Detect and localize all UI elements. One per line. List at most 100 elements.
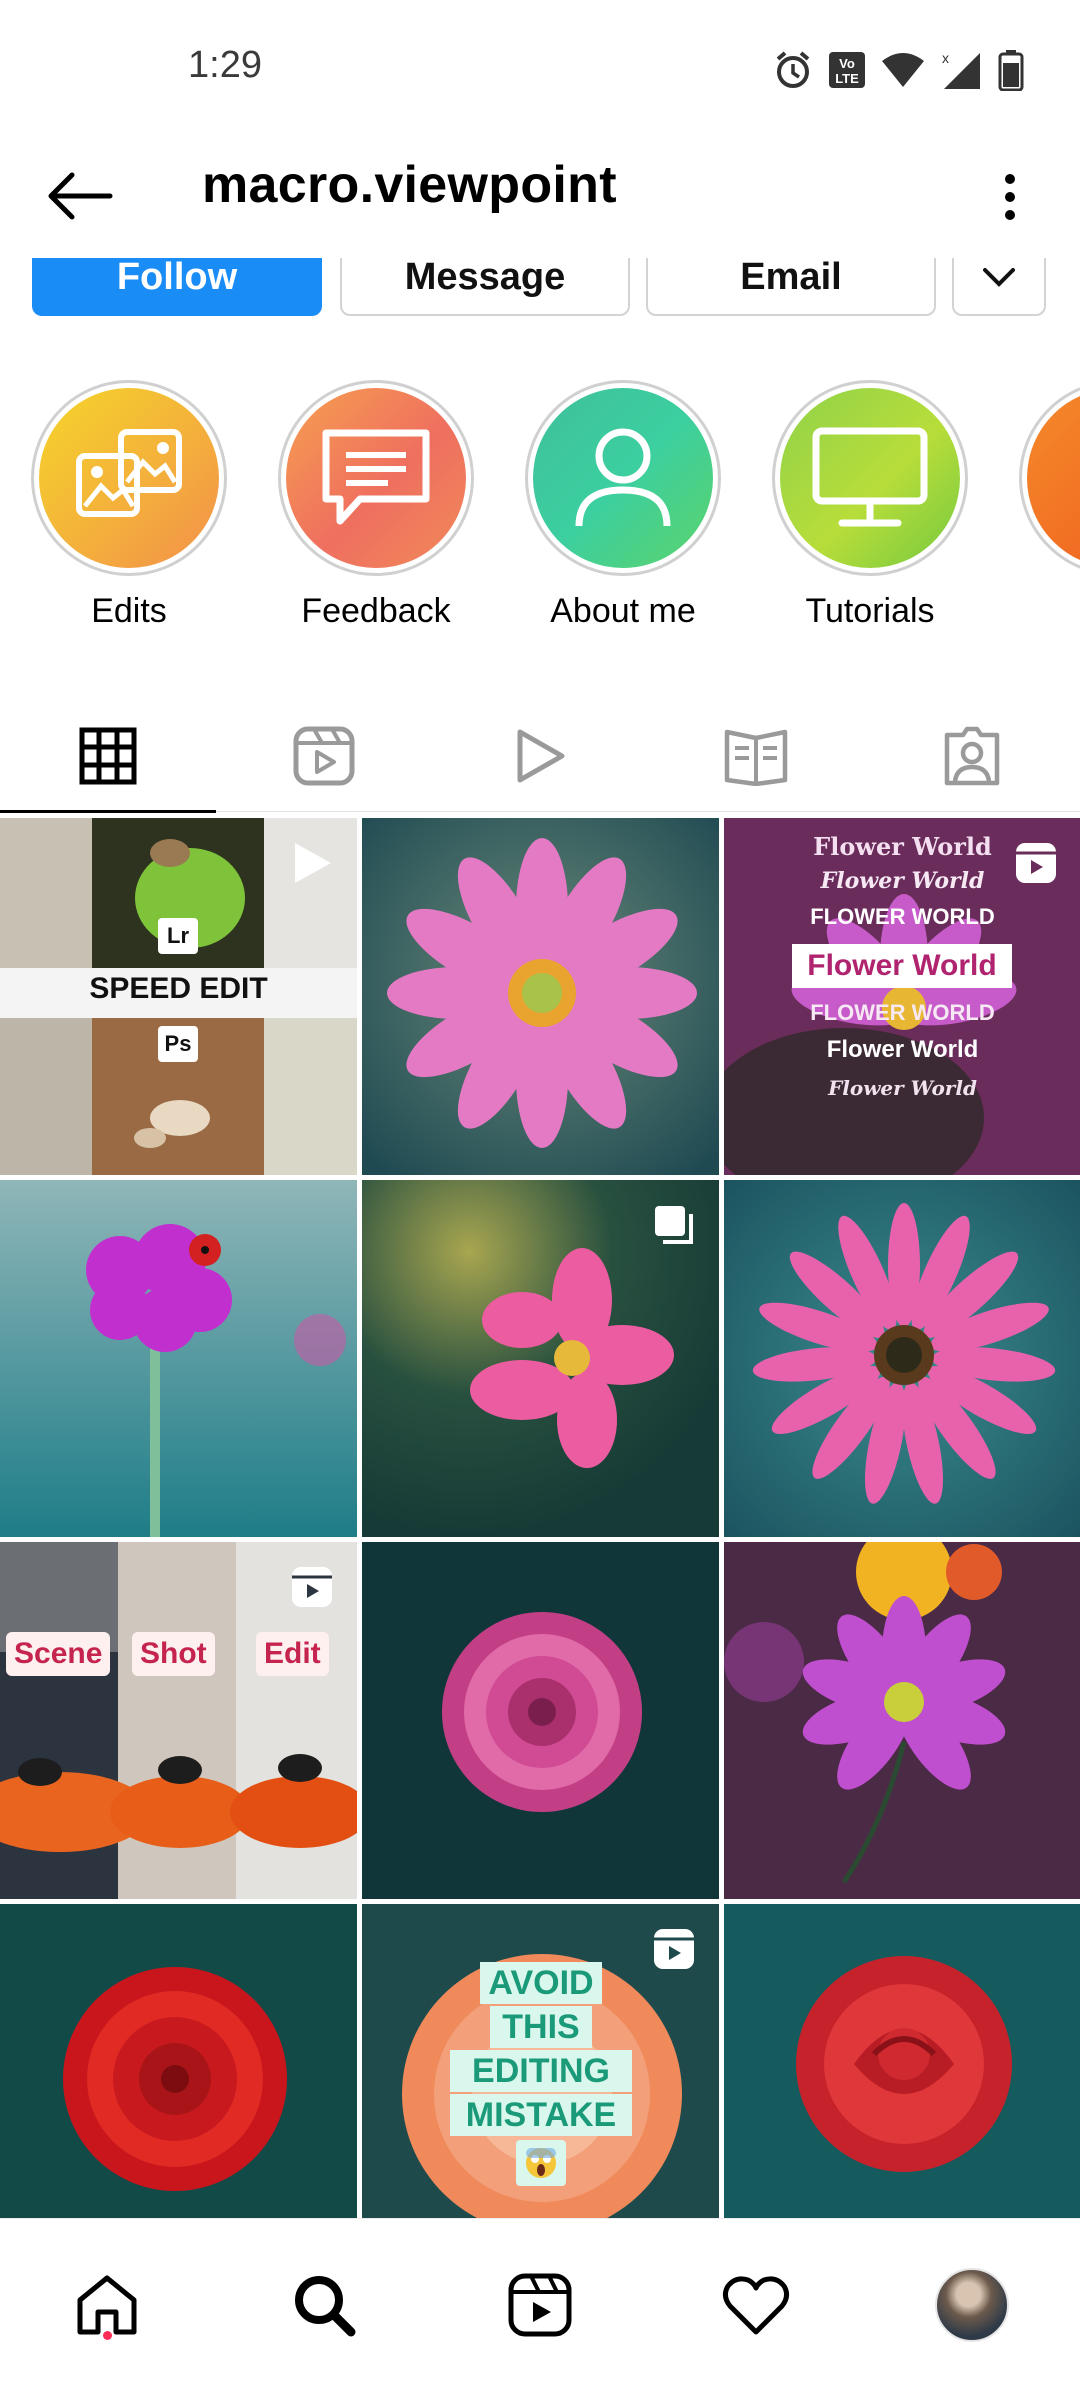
more-options-button[interactable] <box>980 157 1040 237</box>
tab-videos[interactable] <box>432 700 648 812</box>
post-image <box>362 1542 719 1899</box>
photoshop-tag: Ps <box>158 1026 198 1062</box>
highlight-tutorials[interactable]: Tutorials <box>750 380 990 631</box>
tab-reels[interactable] <box>216 700 432 812</box>
post-pink-gerbera[interactable] <box>724 1180 1080 1537</box>
post-purple-anemone[interactable] <box>724 1542 1080 1899</box>
user-icon <box>575 428 671 527</box>
status-icons: Vo LTE x <box>772 48 1024 92</box>
nav-search[interactable] <box>274 2255 374 2355</box>
monitor-icon <box>812 427 928 527</box>
chevron-down-icon <box>983 268 1015 287</box>
message-bubble-icon <box>322 429 430 525</box>
highlight-label: About me <box>550 592 696 630</box>
video-play-icon <box>295 843 331 883</box>
speed-edit-title: SPEED EDIT <box>89 972 268 1005</box>
battery-icon <box>998 50 1024 91</box>
profile-avatar <box>935 2268 1009 2342</box>
post-flower-world[interactable]: Flower World Flower World FLOWER WORLD F… <box>724 818 1080 1175</box>
post-image <box>0 1904 357 2218</box>
scream-emoji <box>516 2140 566 2186</box>
profile-username: macro.viewpoint <box>202 156 617 214</box>
highlight-label: Sh <box>997 592 1080 631</box>
tab-guides[interactable] <box>648 700 864 812</box>
flower-world-line-4: Flower World <box>792 944 1012 988</box>
status-bar: 1:29 Vo LTE x <box>0 0 1080 135</box>
highlight-shop[interactable]: Sh <box>997 380 1080 631</box>
suggested-dropdown-button[interactable] <box>952 258 1046 316</box>
post-ladybug-flower[interactable] <box>0 1180 357 1537</box>
avoid-line-1: AVOID <box>480 1962 602 2004</box>
signal-icon: x <box>942 50 980 89</box>
reel-icon <box>1016 843 1056 883</box>
post-pink-daisy[interactable] <box>362 818 719 1175</box>
flower-world-line-7: Flower World <box>828 1076 977 1100</box>
post-avoid-editing-mistake[interactable]: AVOID THIS EDITING MISTAKE <box>362 1904 719 2218</box>
highlight-label: Feedback <box>301 592 451 630</box>
tagged-person-icon <box>944 726 1000 786</box>
home-icon <box>77 2275 137 2335</box>
tab-tagged[interactable] <box>864 700 1080 812</box>
post-scene-shot-edit[interactable]: Scene Shot Edit <box>0 1542 357 1899</box>
guide-book-icon <box>724 729 788 786</box>
nav-home[interactable] <box>57 2255 157 2355</box>
back-button[interactable] <box>40 161 120 231</box>
flower-world-line-6: Flower World <box>826 1036 979 1063</box>
avoid-line-2: THIS <box>490 2006 592 2048</box>
post-image <box>0 1180 357 1537</box>
svg-text:x: x <box>942 50 949 66</box>
flower-world-line-3: FLOWER WORLD <box>810 904 995 929</box>
svg-text:Vo: Vo <box>839 56 855 71</box>
scream-emoji-icon <box>526 2148 556 2178</box>
search-icon <box>295 2276 356 2337</box>
play-icon <box>517 729 565 783</box>
tab-grid[interactable] <box>0 700 216 813</box>
profile-header: macro.viewpoint <box>0 135 1080 255</box>
highlight-about-me[interactable]: About me <box>503 380 743 631</box>
wifi-icon <box>882 53 924 87</box>
highlight-label: Tutorials <box>805 592 935 630</box>
alarm-icon <box>776 51 810 88</box>
carousel-icon <box>655 1206 693 1244</box>
active-tab-indicator <box>0 810 216 813</box>
post-dahlia-pink[interactable] <box>362 1542 719 1899</box>
highlight-feedback[interactable]: Feedback <box>256 380 496 631</box>
message-button[interactable]: Message <box>340 258 630 316</box>
highlight-edits[interactable]: Edits <box>9 380 249 631</box>
highlight-label: Edits <box>91 592 167 630</box>
profile-actions: Follow Message Email <box>0 258 1080 320</box>
story-highlights: Edits Feedback About me Tutorials <box>0 380 1080 640</box>
profile-tabs <box>0 700 1080 813</box>
volte-icon: Vo LTE <box>829 52 865 88</box>
heart-icon <box>722 2276 790 2335</box>
photos-icon <box>76 429 182 517</box>
post-red-rose[interactable] <box>724 1904 1080 2218</box>
avoid-line-3: EDITING <box>450 2050 632 2092</box>
reel-icon <box>654 1929 694 1969</box>
avoid-line-4: MISTAKE <box>450 2094 632 2136</box>
nav-reels[interactable] <box>490 2255 590 2355</box>
email-button[interactable]: Email <box>646 258 936 316</box>
post-red-dahlia[interactable] <box>0 1904 357 2218</box>
post-image <box>724 1904 1080 2218</box>
more-vertical-icon <box>1005 174 1015 220</box>
scene-label: Scene <box>6 1632 111 1676</box>
post-speed-edit[interactable]: SPEED EDIT Lr Ps <box>0 818 357 1175</box>
back-arrow-icon <box>48 172 113 220</box>
grid-icon <box>79 727 137 785</box>
reels-icon <box>293 726 355 786</box>
nav-profile[interactable] <box>922 2255 1022 2355</box>
follow-button[interactable]: Follow <box>32 258 322 316</box>
reels-icon <box>508 2273 572 2337</box>
edit-label: Edit <box>256 1632 329 1676</box>
shot-label: Shot <box>132 1632 215 1676</box>
flower-world-line-5: FLOWER WORLD <box>810 1000 995 1025</box>
post-image <box>362 818 719 1175</box>
svg-text:LTE: LTE <box>835 71 859 86</box>
reel-icon <box>292 1567 332 1607</box>
nav-activity[interactable] <box>706 2255 806 2355</box>
status-time: 1:29 <box>188 44 262 86</box>
bottom-navigation <box>0 2218 1080 2400</box>
post-image <box>724 1542 1080 1899</box>
post-cosmos-flower[interactable] <box>362 1180 719 1537</box>
